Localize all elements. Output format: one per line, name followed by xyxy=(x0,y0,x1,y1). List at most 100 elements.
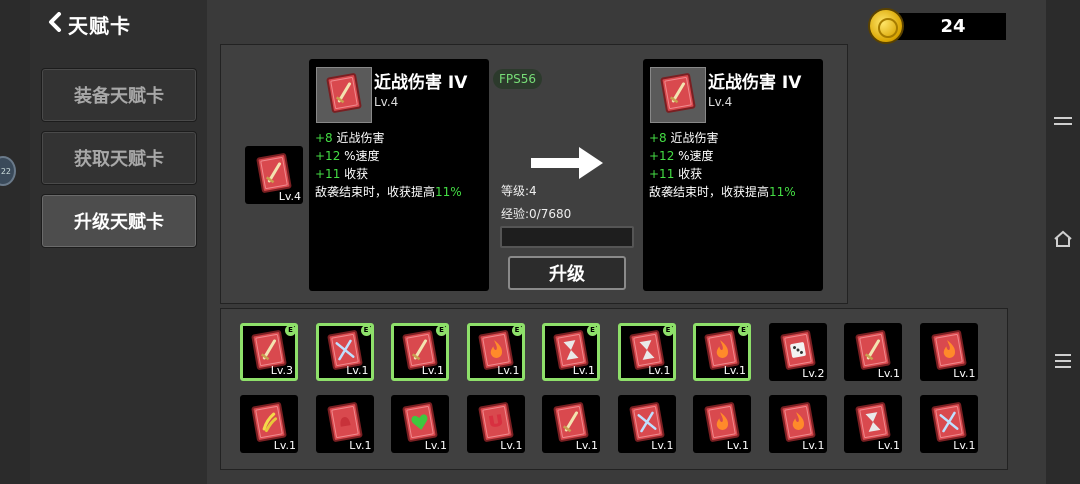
talent-card-screen: 天赋卡 装备天赋卡 获取天赋卡 升级天赋卡 24 Lv.4 近战伤害 IV Lv… xyxy=(30,0,1046,484)
inventory-card-slot[interactable]: Lv.2 xyxy=(768,323,827,381)
current-card-name: 近战伤害 IV xyxy=(374,73,468,93)
inventory-card-slot[interactable]: Lv.1 xyxy=(919,395,978,453)
inventory-card-slot[interactable]: Lv.1 E xyxy=(391,323,449,381)
card-level: Lv.1 xyxy=(273,439,296,452)
stat-label: %速度 xyxy=(678,149,714,163)
inventory-card-slot[interactable]: Lv.1 xyxy=(844,395,902,453)
inventory-card-slot[interactable]: Lv.1 xyxy=(391,395,449,453)
inventory-card-slot[interactable]: Lv.1 xyxy=(844,323,902,381)
next-card-thumb xyxy=(650,67,706,123)
inventory-card-slot[interactable]: Lv.1 xyxy=(542,395,600,453)
stat-line: +11 收获 xyxy=(649,165,796,183)
card-level: Lv.3 xyxy=(270,364,293,377)
back-button[interactable]: 天赋卡 xyxy=(48,10,131,39)
next-card-info: 近战伤害 IV Lv.4 +8 近战伤害 +12 %速度 +11 收获 敌袭结束… xyxy=(643,59,823,291)
stat-label: 收获 xyxy=(344,167,369,181)
coin-counter: 24 xyxy=(868,8,1008,44)
equipped-badge: E xyxy=(436,325,447,336)
coin-amount: 24 xyxy=(890,13,1006,40)
inventory-card-slot[interactable]: Lv.1 xyxy=(693,395,751,453)
bonus-text: 敌袭结束时，收获提高 xyxy=(315,185,436,199)
inventory-card-slot[interactable]: Lv.1 xyxy=(315,395,374,453)
card-level: Lv.1 xyxy=(346,364,369,377)
inventory-card-slot[interactable]: Lv.1 xyxy=(919,323,978,381)
upgrade-button[interactable]: 升级 xyxy=(508,256,626,290)
menu-nav-icon[interactable] xyxy=(1046,112,1080,134)
equipped-badge: E xyxy=(662,325,674,336)
stat-value: +11 xyxy=(649,167,675,181)
card-level: Lv.1 xyxy=(723,364,746,377)
home-nav-icon[interactable] xyxy=(1046,228,1080,250)
screen-bezel-left: 22 xyxy=(0,0,30,484)
equipped-badge: E xyxy=(285,325,296,336)
card-level: Lv.1 xyxy=(497,364,520,377)
selected-card-level: Lv.4 xyxy=(278,190,301,203)
equipped-badge: E xyxy=(360,325,372,336)
floating-assist-bubble[interactable]: 22 xyxy=(0,156,16,186)
stat-label: 近战伤害 xyxy=(336,131,385,145)
stat-value: +8 xyxy=(315,131,333,145)
stat-label: %速度 xyxy=(344,149,380,163)
recents-nav-icon[interactable] xyxy=(1046,350,1080,372)
stat-line: +11 收获 xyxy=(315,165,462,183)
selected-card-slot[interactable]: Lv.4 xyxy=(245,146,303,204)
sword-card-icon xyxy=(325,73,363,117)
current-card-thumb xyxy=(316,67,372,123)
bonus-line: 敌袭结束时，收获提高11% xyxy=(649,183,796,201)
gold-coin-icon xyxy=(868,8,904,44)
card-level: Lv.1 xyxy=(575,439,598,452)
card-level: Lv.1 xyxy=(726,439,749,452)
bubble-text: 22 xyxy=(0,166,11,176)
inventory-card-slot[interactable]: Lv.1 xyxy=(768,395,827,453)
stat-value: +11 xyxy=(315,167,341,181)
inventory-card-slot[interactable]: Lv.1 E xyxy=(693,323,751,381)
stat-value: +8 xyxy=(649,131,667,145)
system-nav-bar xyxy=(1046,0,1080,484)
card-level: Lv.1 xyxy=(953,439,976,452)
inventory-card-slot[interactable]: Lv.1 xyxy=(240,395,298,453)
arrow-right-icon xyxy=(531,147,603,179)
next-card-stats: +8 近战伤害 +12 %速度 +11 收获 敌袭结束时，收获提高11% xyxy=(649,129,796,201)
card-level: Lv.1 xyxy=(953,367,976,380)
card-level: Lv.1 xyxy=(877,439,900,452)
card-level: Lv.1 xyxy=(648,364,671,377)
card-level: Lv.1 xyxy=(500,439,523,452)
card-inventory-grid: Lv.3 E Lv.1 E Lv.1 E Lv.1 E Lv.1 E Lv.1 E Lv.1 E Lv.2 L… xyxy=(220,308,1008,470)
equipped-badge: E xyxy=(587,325,598,336)
bonus-value: 11% xyxy=(435,185,462,199)
current-card-stats: +8 近战伤害 +12 %速度 +11 收获 敌袭结束时，收获提高11% xyxy=(315,129,462,201)
equipped-badge: E xyxy=(511,325,523,336)
tab-get-talent-card[interactable]: 获取天赋卡 xyxy=(41,131,197,185)
inventory-card-slot[interactable]: Lv.1 E xyxy=(315,323,374,381)
stat-line: +12 %速度 xyxy=(649,147,796,165)
card-level: Lv.1 xyxy=(572,364,595,377)
stat-line: +12 %速度 xyxy=(315,147,462,165)
fps-badge: FPS56 xyxy=(493,69,543,89)
level-text: 等级:4 xyxy=(501,184,537,198)
stat-line: +8 近战伤害 xyxy=(649,129,796,147)
bonus-text: 敌袭结束时，收获提高 xyxy=(649,185,770,199)
inventory-card-slot[interactable]: Lv.3 E xyxy=(240,323,298,381)
upgrade-panel: Lv.4 近战伤害 IV Lv.4 +8 近战伤害 +12 %速度 +11 收获… xyxy=(220,44,848,304)
inventory-card-slot[interactable]: Lv.1 E xyxy=(466,323,525,381)
exp-text: 经验:0/7680 xyxy=(501,207,572,221)
inventory-card-slot[interactable]: Lv.1 xyxy=(617,395,676,453)
card-level: Lv.2 xyxy=(802,367,825,380)
stat-value: +12 xyxy=(315,149,341,163)
stat-line: +8 近战伤害 xyxy=(315,129,462,147)
next-card-name: 近战伤害 IV xyxy=(708,73,802,93)
card-level: Lv.1 xyxy=(651,439,674,452)
exp-progress-bar xyxy=(500,226,634,248)
tab-equip-talent-card[interactable]: 装备天赋卡 xyxy=(41,68,197,122)
inventory-card-slot[interactable]: Lv.1 E xyxy=(617,323,676,381)
stat-label: 近战伤害 xyxy=(670,131,719,145)
stat-label: 收获 xyxy=(678,167,703,181)
bonus-line: 敌袭结束时，收获提高11% xyxy=(315,183,462,201)
inventory-card-slot[interactable]: Lv.1 E xyxy=(542,323,600,381)
bonus-value: 11% xyxy=(769,185,796,199)
tab-upgrade-talent-card[interactable]: 升级天赋卡 xyxy=(41,194,197,248)
current-card-level: Lv.4 xyxy=(374,95,399,109)
left-panel: 天赋卡 装备天赋卡 获取天赋卡 升级天赋卡 xyxy=(30,0,207,484)
current-card-info: 近战伤害 IV Lv.4 +8 近战伤害 +12 %速度 +11 收获 敌袭结束… xyxy=(309,59,489,291)
inventory-card-slot[interactable]: Lv.1 xyxy=(466,395,525,453)
